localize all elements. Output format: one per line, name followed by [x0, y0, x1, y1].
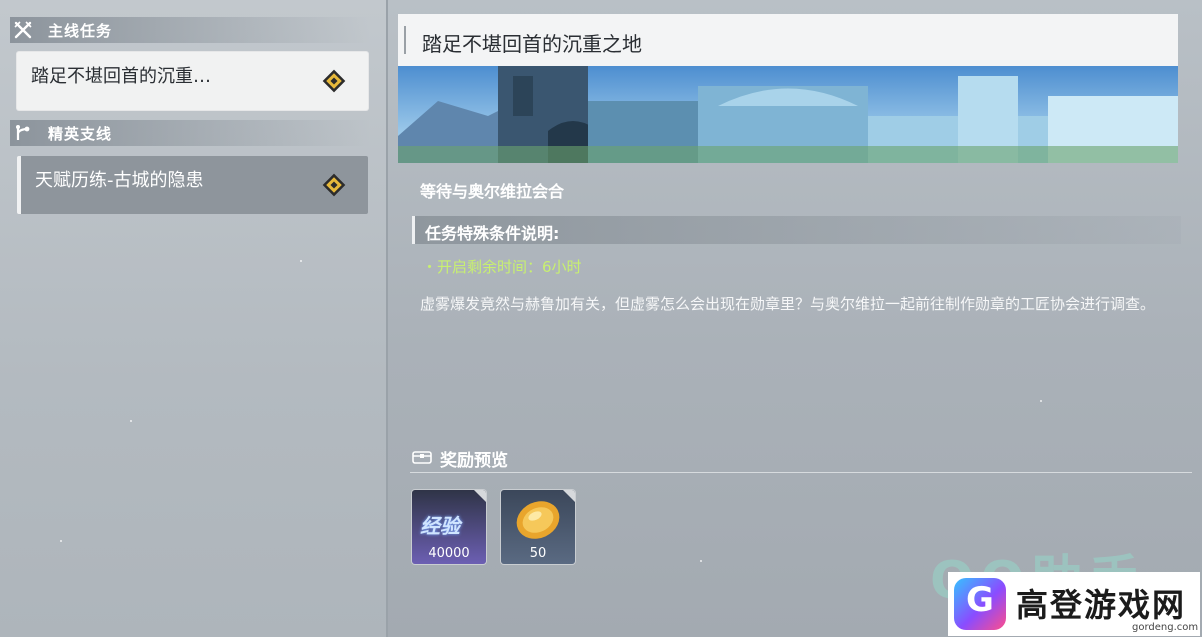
header-accent-bar [404, 26, 406, 54]
brand-logo-letter: G [966, 580, 994, 620]
sparkle [130, 420, 132, 422]
quest-detail-title: 踏足不堪回首的沉重之地 [422, 32, 642, 56]
reward-item-gold[interactable]: 50 [501, 490, 575, 564]
sparkle [700, 560, 702, 562]
sparkle [1040, 400, 1042, 402]
crossed-swords-icon [10, 17, 36, 43]
quest-description: 虚雾爆发竟然与赫鲁加有关，但虚雾怎么会出现在勋章里？与奥尔维拉一起前往制作勋章的… [420, 295, 1156, 313]
gold-coin-icon [516, 501, 560, 539]
branch-icon [10, 120, 36, 146]
rewards-header: 奖励预览 [410, 444, 1192, 473]
quest-item-main[interactable]: 踏足不堪回首的沉重… [17, 52, 368, 110]
section-elite-quests: 精英支线 [10, 120, 370, 146]
conditions-header: 任务特殊条件说明: [412, 216, 1181, 244]
quest-objective: 等待与奥尔维拉会合 [420, 182, 565, 201]
reward-count: 40000 [428, 546, 470, 561]
brand-name: 高登游戏网 [1016, 586, 1187, 624]
rewards-label: 奖励预览 [440, 451, 508, 471]
item-corner [474, 490, 486, 502]
sparkle [300, 260, 302, 262]
quest-marker-icon [322, 173, 346, 197]
time-remaining: ・开启剩余时间：6小时 [422, 258, 582, 276]
brand-url: gordeng.com [1132, 622, 1199, 633]
quest-marker-icon [322, 69, 346, 93]
watermark-brand: G 高登游戏网 gordeng.com [948, 572, 1200, 636]
sparkle [60, 540, 62, 542]
quest-item-elite[interactable]: 天赋历练-古城的隐患 [17, 156, 368, 214]
conditions-label: 任务特殊条件说明: [425, 224, 560, 243]
reward-count: 50 [529, 546, 547, 561]
section-label: 精英支线 [48, 124, 113, 143]
quest-banner-image [398, 66, 1178, 163]
quest-detail-header: 踏足不堪回首的沉重之地 [398, 14, 1178, 66]
panel-divider [386, 0, 388, 637]
section-main-quests: 主线任务 [10, 17, 370, 43]
chest-icon [412, 451, 432, 464]
exp-icon: 经验 [420, 514, 460, 538]
quest-title: 天赋历练-古城的隐患 [35, 170, 204, 191]
section-label: 主线任务 [48, 21, 113, 40]
quest-title: 踏足不堪回首的沉重… [31, 66, 211, 87]
reward-item-exp[interactable]: 经验 40000 [412, 490, 486, 564]
